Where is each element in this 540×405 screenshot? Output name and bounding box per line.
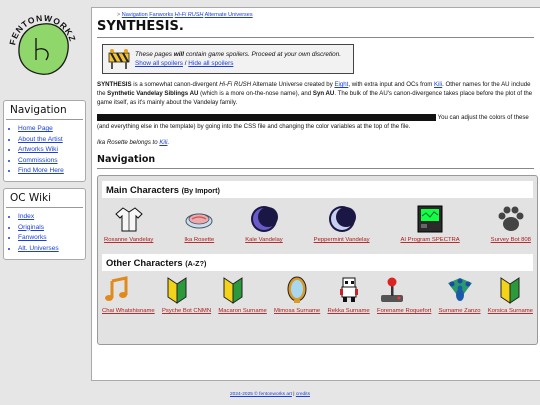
construction-barrier-icon xyxy=(108,49,130,69)
character-mimosa[interactable]: Mimosa Surname xyxy=(274,275,320,315)
hide-spoilers-link[interactable]: Hide all spoilers xyxy=(188,60,233,67)
sidebar-item-home[interactable]: Home Page xyxy=(18,125,53,132)
sidebar-item-commissions[interactable]: Commissions xyxy=(18,157,58,164)
navigation-heading: Navigation xyxy=(97,154,534,169)
character-spectra[interactable]: AI Program SPECTRA xyxy=(400,204,460,252)
sidebar-item-find-more[interactable]: Find More Here xyxy=(18,167,64,174)
sidebar-item-alt-universes[interactable]: Alt. Universes xyxy=(18,245,59,252)
sidebar-navigation: Navigation Home Page About the Artist Ar… xyxy=(3,100,86,182)
moon-icon xyxy=(250,205,278,232)
shirt-icon xyxy=(114,207,143,232)
joystick-icon xyxy=(380,277,403,302)
character-chai[interactable]: Chai Whatshisname xyxy=(102,275,155,315)
sidebar-oc-wiki: OC Wiki Index Originals Fanworks Alt. Un… xyxy=(3,188,86,260)
kili-link[interactable]: Kili xyxy=(434,81,442,88)
character-navbox: Main Characters (By Import) Roxanne Vand… xyxy=(97,174,538,345)
character-macaron[interactable]: Macaron Surname xyxy=(218,275,267,315)
footer: 2024-2025 © fentonworks art | credits xyxy=(230,392,310,397)
sidebar-oc-title: OC Wiki xyxy=(6,189,83,208)
character-kale[interactable]: Kale Vandelay xyxy=(245,204,283,252)
petri-dish-icon xyxy=(185,213,213,229)
sidebar-item-fanworks[interactable]: Fanworks xyxy=(18,234,47,241)
beginner-mark-icon xyxy=(167,276,187,304)
moon-icon xyxy=(328,205,356,232)
main-content: > Navigation Fanworks Hi-Fi RUSH Alterna… xyxy=(91,7,540,381)
sidebar-item-originals[interactable]: Originals xyxy=(18,224,44,231)
breadcrumb: > Navigation Fanworks Hi-Fi RUSH Alterna… xyxy=(117,12,253,18)
pixel-sprite-icon xyxy=(339,277,358,302)
paw-icon xyxy=(498,206,524,231)
ika-note: Ika Rosette belongs to Kili. xyxy=(97,139,170,147)
music-note-icon xyxy=(105,276,128,301)
character-ika[interactable]: Ika Rosette xyxy=(184,204,214,252)
character-roxanne[interactable]: Roxanne Vandelay xyxy=(104,204,153,252)
breadcrumb-hifi-rush[interactable]: Hi-Fi RUSH xyxy=(175,12,204,18)
main-characters-title: Main Characters (By Import) xyxy=(102,180,533,198)
monitor-icon xyxy=(417,205,443,233)
character-roquefort[interactable]: Forename Roquefort xyxy=(377,275,431,315)
character-zanzo[interactable]: Surname Zanzo xyxy=(439,275,481,315)
sidebar-nav-title: Navigation xyxy=(6,101,83,120)
intro-paragraph: SYNTHESIS is a somewhat canon-divergent … xyxy=(97,81,533,106)
character-korsica[interactable]: Korsica Surname xyxy=(488,275,533,315)
beginner-mark-icon xyxy=(500,276,520,304)
breadcrumb-fanworks[interactable]: Fanworks xyxy=(149,12,173,18)
footer-copyright-link[interactable]: 2024-2025 © fentonworks art xyxy=(230,392,292,397)
breadcrumb-alternate-universes[interactable]: Alternate Universes xyxy=(205,12,253,18)
peacock-icon xyxy=(447,277,472,301)
spoiler-text: These pages will contain game spoilers. … xyxy=(135,51,342,58)
css-note: You can adjust the colors of these (and … xyxy=(97,114,529,131)
site-logo[interactable]: FENTONWORKZ xyxy=(6,12,80,86)
eight-link[interactable]: Eight xyxy=(334,81,348,88)
breadcrumb-navigation[interactable]: Navigation xyxy=(122,12,148,18)
character-rekka[interactable]: Rekka Surname xyxy=(327,275,370,315)
sidebar-item-artworks[interactable]: Artworks Wiki xyxy=(18,146,58,153)
character-psyche-bot[interactable]: Psyche Bot CNMN xyxy=(162,275,211,315)
character-survey-bot[interactable]: Survey Bot 808 xyxy=(491,204,531,252)
show-spoilers-link[interactable]: Show all spoilers xyxy=(135,60,183,67)
spoiler-warning-box: These pages will contain game spoilers. … xyxy=(102,44,354,74)
character-peppermint[interactable]: Peppermint Vandelay xyxy=(314,204,370,252)
page-title: SYNTHESIS. xyxy=(97,19,534,38)
sidebar-item-index[interactable]: Index xyxy=(18,213,34,220)
mirror-icon xyxy=(287,276,307,303)
footer-credits-link[interactable]: credits xyxy=(296,392,310,397)
other-characters-title: Other Characters (A-Z?) xyxy=(102,253,533,271)
sidebar-item-about[interactable]: About the Artist xyxy=(18,136,63,143)
beginner-mark-icon xyxy=(223,276,243,304)
redacted-bar xyxy=(97,114,436,122)
